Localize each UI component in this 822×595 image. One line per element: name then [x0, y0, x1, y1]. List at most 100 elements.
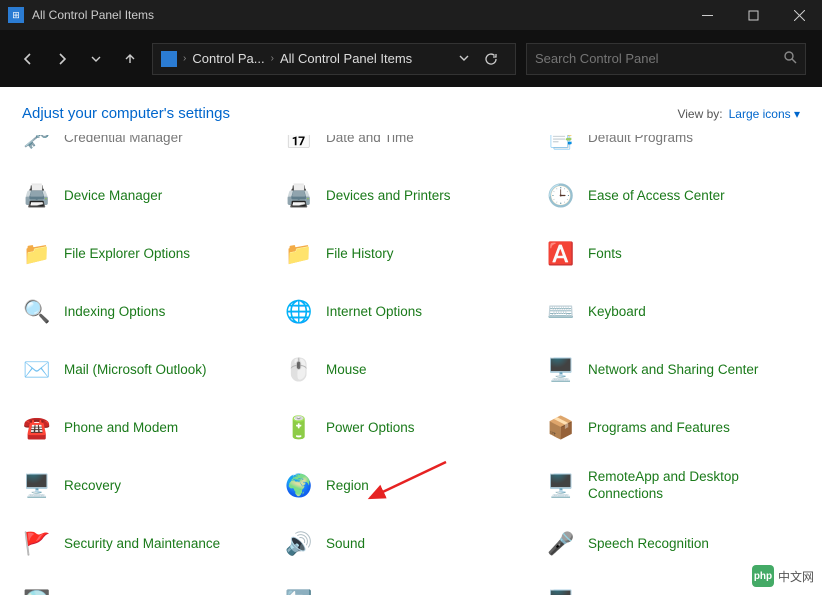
viewby-label: View by: [677, 107, 722, 121]
item-icon: 🔄 [282, 585, 316, 595]
control-panel-item[interactable]: 🗝️ Credential Manager [18, 135, 274, 159]
item-label: Keyboard [588, 304, 646, 321]
window-title: All Control Panel Items [32, 8, 684, 22]
item-label: RemoteApp and Desktop Connections [588, 469, 796, 503]
search-input[interactable] [535, 51, 783, 66]
recent-dropdown[interactable] [84, 47, 108, 71]
item-label: Security and Maintenance [64, 536, 220, 553]
control-panel-item[interactable]: 🖥️ Network and Sharing Center [542, 349, 798, 391]
item-label: Recovery [64, 478, 121, 495]
page-title: Adjust your computer's settings [22, 105, 677, 122]
control-panel-item[interactable]: 🖨️ Device Manager [18, 175, 274, 217]
item-icon: 🎤 [544, 527, 578, 561]
item-label: Credential Manager [64, 135, 183, 146]
control-panel-item[interactable]: 🚩Security and Maintenance [18, 523, 274, 565]
item-icon: 📁 [282, 237, 316, 271]
item-label: Network and Sharing Center [588, 362, 758, 379]
item-label: Phone and Modem [64, 420, 178, 437]
control-panel-item[interactable]: 📑 Default Programs [542, 135, 798, 159]
forward-button[interactable] [50, 47, 74, 71]
item-label: File History [326, 246, 394, 263]
control-panel-item[interactable]: 🖥️Recovery [18, 465, 274, 507]
control-panel-item[interactable]: 📁 File Explorer Options [18, 233, 274, 275]
address-dropdown[interactable] [459, 51, 469, 66]
item-label: Devices and Printers [326, 188, 451, 205]
navigation-bar: › Control Pa... › All Control Panel Item… [0, 30, 822, 87]
address-bar[interactable]: › Control Pa... › All Control Panel Item… [152, 43, 516, 75]
control-panel-item[interactable]: 🔋Power Options [280, 407, 536, 449]
up-button[interactable] [118, 47, 142, 71]
control-panel-item[interactable]: 📁 File History [280, 233, 536, 275]
content-header: Adjust your computer's settings View by:… [0, 87, 822, 130]
item-label: Mail (Microsoft Outlook) [64, 362, 207, 379]
control-panel-icon [161, 51, 177, 67]
item-icon: 🖱️ [282, 353, 316, 387]
control-panel-item[interactable]: 🌍 Region [280, 465, 536, 507]
items-scroll-area[interactable]: 🗝️ Credential Manager 📅 Date and Time 📑 Defau… [0, 135, 816, 595]
chevron-right-icon: › [183, 53, 186, 64]
search-icon[interactable] [783, 50, 797, 67]
app-icon: ⊞ [8, 7, 24, 23]
control-panel-item[interactable]: ✉️ Mail (Microsoft Outlook) [18, 349, 274, 391]
item-label: Date and Time [326, 135, 414, 146]
control-panel-item[interactable]: 🔊Sound [280, 523, 536, 565]
control-panel-item[interactable]: 📦 Programs and Features [542, 407, 798, 449]
item-icon: 🖨️ [282, 179, 316, 213]
content-area: Adjust your computer's settings View by:… [0, 87, 822, 595]
control-panel-item[interactable]: 🕒 Ease of Access Center [542, 175, 798, 217]
close-button[interactable] [776, 0, 822, 30]
control-panel-item[interactable]: ⌨️Keyboard [542, 291, 798, 333]
control-panel-item[interactable]: 🔄Sync Center [280, 581, 536, 595]
minimize-button[interactable] [684, 0, 730, 30]
item-icon: 🖥️ [544, 353, 578, 387]
control-panel-item[interactable]: 🎤 Speech Recognition [542, 523, 798, 565]
item-icon: 📑 [544, 135, 578, 155]
item-icon: 🌍 [282, 469, 316, 503]
watermark-text: 中文网 [778, 568, 814, 585]
item-label: File Explorer Options [64, 246, 190, 263]
item-icon: 💽 [20, 585, 54, 595]
item-label: Device Manager [64, 188, 162, 205]
item-icon: 🅰️ [544, 237, 578, 271]
item-icon: 🖨️ [20, 179, 54, 213]
control-panel-item[interactable]: 🌐Internet Options [280, 291, 536, 333]
item-label: Region [326, 478, 369, 495]
item-label: Sound [326, 536, 365, 553]
back-button[interactable] [16, 47, 40, 71]
item-icon: 📁 [20, 237, 54, 271]
item-icon: 📅 [282, 135, 316, 155]
control-panel-item[interactable]: 🖨️ Devices and Printers [280, 175, 536, 217]
search-box[interactable] [526, 43, 806, 75]
breadcrumb-parent[interactable]: Control Pa... [192, 51, 264, 66]
item-icon: 📦 [544, 411, 578, 445]
control-panel-item[interactable]: ☎️ Phone and Modem [18, 407, 274, 449]
item-icon: 🔋 [282, 411, 316, 445]
control-panel-item[interactable]: 🅰️ Fonts [542, 233, 798, 275]
item-label: Mouse [326, 362, 367, 379]
item-label: Default Programs [588, 135, 693, 146]
item-icon: 🕒 [544, 179, 578, 213]
item-icon: ✉️ [20, 353, 54, 387]
item-label: Speech Recognition [588, 536, 709, 553]
items-grid: 🗝️ Credential Manager 📅 Date and Time 📑 Defau… [18, 135, 798, 595]
item-label: Ease of Access Center [588, 188, 725, 205]
item-icon: 🌐 [282, 295, 316, 329]
item-label: Programs and Features [588, 420, 730, 437]
viewby-dropdown[interactable]: Large icons ▾ [729, 107, 800, 121]
watermark: php 中文网 [752, 565, 814, 587]
control-panel-item[interactable]: 📅 Date and Time [280, 135, 536, 159]
control-panel-item[interactable]: 💽Storage Spaces [18, 581, 274, 595]
item-icon: ☎️ [20, 411, 54, 445]
maximize-button[interactable] [730, 0, 776, 30]
breadcrumb-current[interactable]: All Control Panel Items [280, 51, 412, 66]
item-icon: 🗝️ [20, 135, 54, 155]
control-panel-item[interactable]: 🖱️ Mouse [280, 349, 536, 391]
refresh-button[interactable] [475, 52, 507, 66]
control-panel-item[interactable]: 🔍 Indexing Options [18, 291, 274, 333]
item-icon: 🖥️ [544, 469, 578, 503]
item-label: Fonts [588, 246, 622, 263]
item-label: Indexing Options [64, 304, 165, 321]
window-titlebar: ⊞ All Control Panel Items [0, 0, 822, 30]
control-panel-item[interactable]: 🖥️ RemoteApp and Desktop Connections [542, 465, 798, 507]
item-icon: 🔍 [20, 295, 54, 329]
